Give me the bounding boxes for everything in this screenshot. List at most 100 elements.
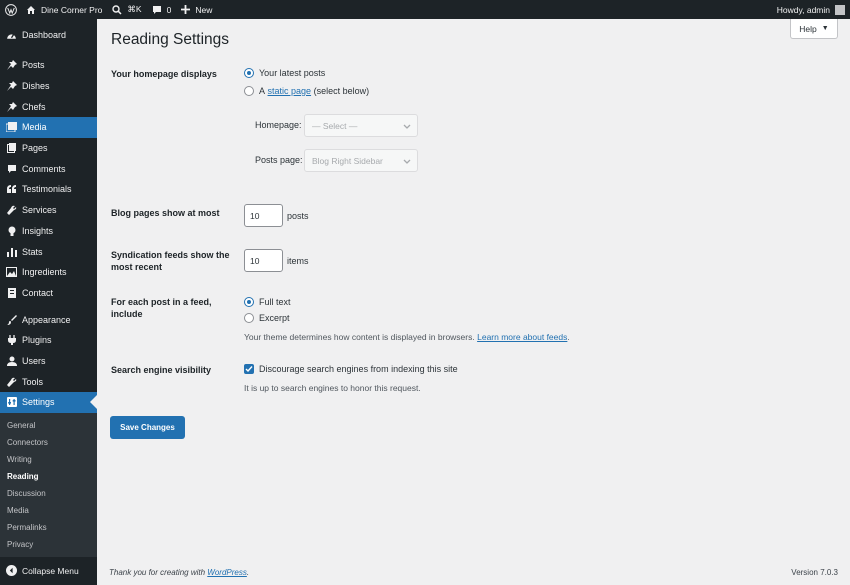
media-icon: [6, 122, 17, 133]
site-name-link[interactable]: Dine Corner Pro: [21, 0, 107, 19]
radio-excerpt[interactable]: Excerpt: [244, 313, 290, 323]
submenu-discussion[interactable]: Discussion: [0, 485, 97, 502]
search-visibility-label: Search engine visibility: [111, 365, 212, 375]
learn-more-feeds-link[interactable]: Learn more about feeds: [477, 332, 567, 342]
image-icon: [6, 267, 17, 278]
sidebar-item-dishes[interactable]: Dishes: [0, 76, 97, 97]
paintbrush-icon: [6, 314, 17, 325]
sidebar-item-pages[interactable]: Pages: [0, 138, 97, 159]
sidebar-item-insights[interactable]: Insights: [0, 221, 97, 242]
sidebar-label-users: Users: [22, 355, 46, 366]
collapse-arrow-icon: [6, 565, 17, 577]
radio-full-text-control[interactable]: [244, 297, 254, 307]
bar-chart-icon: [6, 246, 17, 257]
submenu-connectors[interactable]: Connectors: [0, 434, 97, 451]
static-prefix: A: [259, 86, 266, 96]
command-search[interactable]: ⌘K: [107, 0, 146, 19]
sidebar-label-stats: Stats: [22, 246, 43, 257]
help-button[interactable]: Help ▼: [790, 19, 838, 39]
radio-full-text-label: Full text: [259, 297, 291, 307]
submenu-writing[interactable]: Writing: [0, 451, 97, 468]
contact-icon: [6, 287, 17, 298]
settings-sliders-icon: [6, 397, 17, 408]
page-title: Reading Settings: [111, 31, 230, 48]
radio-static-page[interactable]: A static page (select below): [244, 86, 369, 96]
feed-description: Your theme determines how content is dis…: [244, 332, 570, 342]
sidebar-item-dashboard[interactable]: Dashboard: [0, 19, 97, 51]
sidebar-item-chefs[interactable]: Chefs: [0, 96, 97, 117]
sidebar-item-testimonials[interactable]: Testimonials: [0, 179, 97, 200]
collapse-menu-button[interactable]: Collapse Menu: [0, 561, 97, 581]
checkbox-checked-icon[interactable]: [244, 364, 254, 374]
footer-version: Version 7.0.3: [791, 568, 838, 577]
sidebar-item-posts[interactable]: Posts: [0, 55, 97, 76]
radio-excerpt-control[interactable]: [244, 313, 254, 323]
sidebar-label-posts: Posts: [22, 60, 45, 71]
footer-thanks: Thank you for creating with WordPress.: [109, 568, 250, 577]
sidebar-item-media[interactable]: Media: [0, 117, 97, 138]
avatar: [835, 4, 845, 15]
sidebar-item-services[interactable]: Services: [0, 200, 97, 221]
wrench-icon: [6, 376, 17, 387]
sidebar-label-insights: Insights: [22, 225, 54, 236]
submenu-permalinks[interactable]: Permalinks: [0, 519, 97, 536]
sidebar-item-settings[interactable]: Settings: [0, 392, 97, 413]
homepage-select[interactable]: — Select —: [304, 114, 418, 137]
sidebar-item-tools[interactable]: Tools: [0, 371, 97, 392]
pin-icon: [6, 101, 17, 112]
collapse-menu-label: Collapse Menu: [22, 565, 79, 576]
sidebar-label-media: Media: [22, 122, 47, 133]
wrench-icon: [6, 205, 17, 216]
home-icon: [26, 5, 36, 15]
blog-pages-value: 10: [250, 210, 260, 221]
homepage-select-value: — Select —: [312, 120, 358, 131]
sidebar-item-plugins[interactable]: Plugins: [0, 330, 97, 351]
sidebar-label-services: Services: [22, 205, 57, 216]
radio-full-text[interactable]: Full text: [244, 297, 291, 307]
comments-link[interactable]: 0: [147, 0, 177, 19]
homepage-displays-label: Your homepage displays: [111, 69, 217, 79]
new-content-link[interactable]: New: [176, 0, 217, 19]
posts-page-select[interactable]: Blog Right Sidebar: [304, 149, 418, 172]
plus-icon: [181, 5, 191, 14]
sidebar-item-appearance[interactable]: Appearance: [0, 309, 97, 330]
syndication-input[interactable]: 10: [244, 249, 283, 272]
chevron-down-icon: [403, 122, 411, 132]
blog-pages-input[interactable]: 10: [244, 204, 283, 227]
sidebar-label-chefs: Chefs: [22, 101, 46, 112]
wordpress-link[interactable]: WordPress: [207, 568, 247, 577]
posts-page-select-label: Posts page:: [255, 155, 303, 165]
sidebar-item-users[interactable]: Users: [0, 351, 97, 372]
submenu-general[interactable]: General: [0, 417, 97, 434]
static-page-link[interactable]: static page: [268, 86, 312, 96]
homepage-select-label: Homepage:: [255, 120, 302, 130]
sidebar-item-stats[interactable]: Stats: [0, 241, 97, 262]
discourage-indexing-checkbox[interactable]: Discourage search engines from indexing …: [244, 364, 458, 374]
sidebar-item-comments[interactable]: Comments: [0, 158, 97, 179]
account-menu[interactable]: Howdy, admin: [772, 0, 850, 19]
submenu-privacy[interactable]: Privacy: [0, 536, 97, 553]
feed-content-label: For each post in a feed, include: [111, 297, 212, 319]
submenu-media[interactable]: Media: [0, 502, 97, 519]
submenu-reading[interactable]: Reading: [0, 468, 97, 485]
pages-icon: [6, 143, 17, 154]
wordpress-logo-icon[interactable]: [0, 0, 21, 19]
sidebar-label-dashboard: Dashboard: [22, 30, 67, 40]
chevron-down-icon: [403, 157, 411, 167]
help-label: Help: [799, 23, 817, 34]
search-icon: [112, 4, 122, 15]
sidebar-item-ingredients[interactable]: Ingredients: [0, 262, 97, 283]
sidebar-item-contact[interactable]: Contact: [0, 283, 97, 304]
syndication-label: Syndication feeds show the most recent: [111, 250, 230, 272]
sidebar-label-appearance: Appearance: [22, 314, 71, 325]
radio-latest-posts-control[interactable]: [244, 68, 254, 78]
radio-static-page-control[interactable]: [244, 86, 254, 96]
new-label: New: [195, 4, 213, 15]
sidebar-label-contact: Contact: [22, 287, 54, 298]
sidebar-label-comments: Comments: [22, 163, 66, 174]
save-changes-button[interactable]: Save Changes: [110, 416, 185, 439]
sidebar-label-pages: Pages: [22, 143, 48, 154]
syndication-value: 10: [250, 255, 260, 266]
radio-latest-posts[interactable]: Your latest posts: [244, 68, 325, 78]
sidebar-label-dishes: Dishes: [22, 81, 50, 92]
